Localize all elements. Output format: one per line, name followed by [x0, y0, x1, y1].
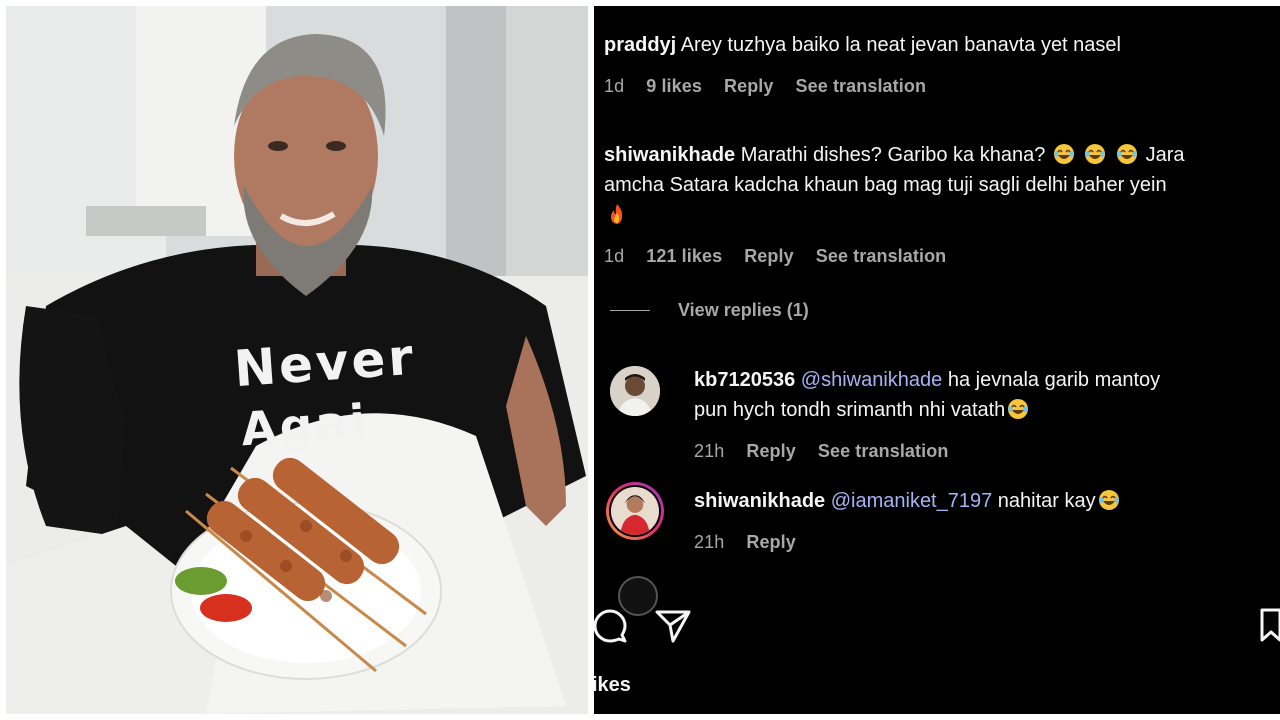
tears-of-joy-emoji-icon — [1008, 399, 1029, 419]
comment-likes[interactable]: 9 likes — [646, 76, 702, 97]
tears-of-joy-emoji-icon — [1053, 144, 1074, 164]
likes-count-partial[interactable]: ikes — [594, 674, 631, 697]
reply-time: 21h — [694, 532, 725, 552]
avatar-image — [610, 366, 660, 416]
tears-of-joy-emoji-icon — [1117, 144, 1138, 164]
reply-button[interactable]: Reply — [746, 532, 796, 553]
see-translation-button[interactable]: See translation — [796, 76, 927, 97]
comment-meta: 1d 121 likes Reply See translation — [604, 246, 946, 267]
comment-time: 1d — [604, 246, 625, 266]
reply-username[interactable]: kb7120536 — [694, 369, 795, 391]
view-replies-divider — [610, 310, 650, 311]
reply-time: 21h — [694, 441, 725, 461]
shirt-text-line2: Agai — [239, 393, 371, 457]
instagram-comments-panel: praddyj Arey tuzhya baiko la neat jevan … — [594, 6, 1280, 714]
reply-button[interactable]: Reply — [746, 441, 796, 462]
reply-username[interactable]: shiwanikhade — [694, 490, 825, 512]
view-replies-button[interactable]: View replies (1) — [610, 300, 809, 321]
view-replies-label[interactable]: View replies (1) — [678, 300, 809, 321]
avatar-image — [609, 485, 661, 537]
reply-mention[interactable]: @shiwanikhade — [801, 369, 943, 391]
reply-text-line1: ha jevnala garib mantoy — [947, 369, 1161, 391]
avatar-story-ring[interactable] — [606, 482, 664, 540]
reply-kb7120536: kb7120536 @shiwanikhade ha jevnala garib… — [694, 365, 1274, 425]
comment-meta: 1d 9 likes Reply See translation — [604, 76, 926, 97]
comment-time: 1d — [604, 76, 625, 96]
comment-bubble-icon[interactable] — [594, 608, 628, 644]
reply-meta: 21h Reply See translation — [694, 441, 948, 462]
see-translation-button[interactable]: See translation — [816, 246, 947, 267]
reply-text-line2: pun hych tondh srimanth nhi vatath — [694, 399, 1006, 421]
photo-panel: Never Agai — [6, 6, 588, 714]
comment-username[interactable]: shiwanikhade — [604, 144, 735, 166]
reply-shiwanikhade: shiwanikhade @iamaniket_7197 nahitar kay — [694, 486, 1274, 516]
reply-button[interactable]: Reply — [724, 76, 774, 97]
comment-shiwanikhade: shiwanikhade Marathi dishes? Garibo ka k… — [604, 140, 1274, 230]
reply-mention[interactable]: @iamaniket_7197 — [831, 490, 993, 512]
see-translation-button[interactable]: See translation — [818, 441, 949, 462]
bookmark-icon[interactable] — [1258, 606, 1280, 646]
reply-meta: 21h Reply — [694, 532, 796, 553]
reply-button[interactable]: Reply — [744, 246, 794, 267]
avatar[interactable] — [610, 366, 660, 416]
fire-emoji-icon — [611, 204, 623, 224]
comment-praddyj: praddyj Arey tuzhya baiko la neat jevan … — [604, 30, 1264, 60]
paper-plane-icon[interactable] — [654, 608, 692, 644]
comment-text-line1: Marathi dishes? Garibo ka khana? — [740, 144, 1046, 166]
comment-text-line2: amcha Satara kadcha khaun bag mag tuji s… — [604, 174, 1167, 196]
tears-of-joy-emoji-icon — [1085, 144, 1106, 164]
comment-likes[interactable]: 121 likes — [646, 246, 722, 267]
reply-text: nahitar kay — [997, 490, 1096, 512]
comment-text: Arey tuzhya baiko la neat jevan banavta … — [680, 34, 1121, 56]
comment-username[interactable]: praddyj — [604, 34, 676, 56]
tears-of-joy-emoji-icon — [1098, 490, 1119, 510]
comment-text-line1-after: Jara — [1145, 144, 1185, 166]
